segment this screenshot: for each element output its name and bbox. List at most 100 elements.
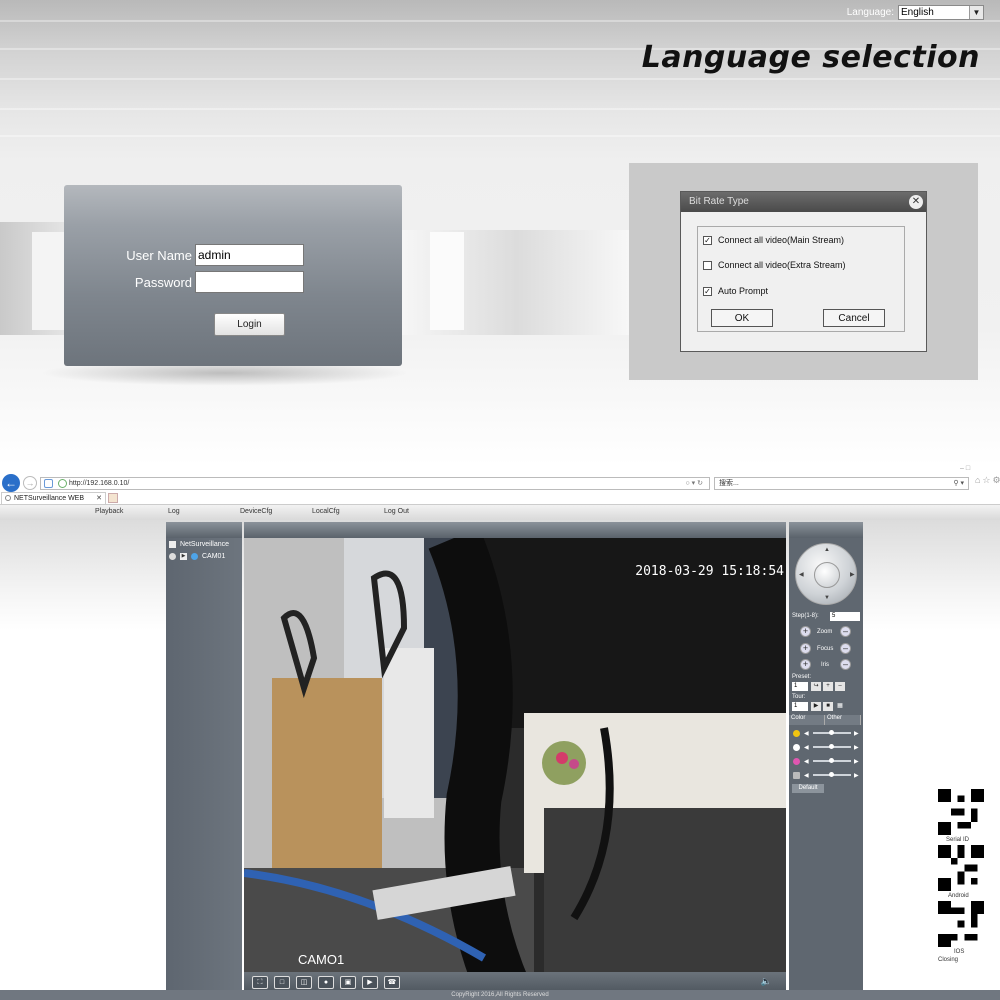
menu-localcfg[interactable]: LocalCfg xyxy=(312,508,340,515)
zoom-in-icon[interactable]: + xyxy=(800,626,811,637)
play-icon[interactable]: ▶ xyxy=(180,553,187,560)
slider-knob[interactable] xyxy=(829,758,834,763)
tree-root[interactable]: NetSurveillance xyxy=(169,541,229,548)
password-input[interactable] xyxy=(195,271,304,293)
video-feed[interactable]: 2018-03-29 15:18:54 CAMO1 xyxy=(244,538,786,991)
quad-view-icon[interactable]: ◫ xyxy=(296,975,312,989)
checkbox-checked-icon[interactable]: ✓ xyxy=(703,235,712,245)
username-input[interactable]: admin xyxy=(195,244,304,266)
tour-play-icon[interactable]: ▶ xyxy=(811,702,821,711)
slider-knob[interactable] xyxy=(829,772,834,777)
ptz-left-icon[interactable]: ◀ xyxy=(799,571,804,578)
checkbox-checked-icon[interactable]: ✓ xyxy=(703,286,712,296)
checkbox-unchecked-icon[interactable] xyxy=(703,260,712,270)
search-icon[interactable]: ⚲ ▾ xyxy=(953,478,964,489)
back-arrow-icon[interactable]: ← xyxy=(2,474,20,492)
record-icon[interactable]: ● xyxy=(318,975,334,989)
tab-other[interactable]: Other xyxy=(825,715,861,725)
saturation-icon xyxy=(793,757,800,765)
default-button[interactable]: Default xyxy=(792,784,824,793)
browser-tab[interactable]: NETSurveillance WEB ✕ xyxy=(1,492,106,504)
increase-icon[interactable]: ▶ xyxy=(854,730,860,737)
zoom-out-icon[interactable]: – xyxy=(840,626,851,637)
slider-knob[interactable] xyxy=(829,730,834,735)
fullscreen-icon[interactable]: ⛶ xyxy=(252,975,268,989)
focus-out-icon[interactable]: – xyxy=(840,643,851,654)
increase-icon[interactable]: ▶ xyxy=(854,772,860,779)
cancel-button[interactable]: Cancel xyxy=(823,309,885,327)
decrease-icon[interactable]: ◀ xyxy=(804,730,810,737)
slider-track[interactable] xyxy=(813,730,851,735)
option-main-stream[interactable]: ✓ Connect all video(Main Stream) xyxy=(703,235,844,245)
menu-playback[interactable]: Playback xyxy=(95,508,123,515)
address-bar[interactable]: http://192.168.0.10/ ○ ▾ ↻ xyxy=(40,477,710,490)
decrease-icon[interactable]: ◀ xyxy=(804,758,810,765)
toolbar-icons[interactable]: ⌂☆⚙ xyxy=(975,475,1000,486)
preset-input[interactable]: 1 xyxy=(792,682,808,691)
bg-stripe xyxy=(0,20,1000,22)
talk-icon[interactable]: ☎ xyxy=(384,975,400,989)
ptz-down-icon[interactable]: ▼ xyxy=(824,595,830,601)
slider-knob[interactable] xyxy=(829,744,834,749)
device-tree-panel: NetSurveillance ▶ CAM01 xyxy=(166,522,242,992)
preset-remove-icon[interactable]: – xyxy=(835,682,845,691)
brightness-slider[interactable]: ◀ ▶ xyxy=(793,729,861,737)
zoom-label: Zoom xyxy=(817,629,833,635)
footer: CopyRight 2016,All Rights Reserved xyxy=(0,990,1000,1000)
camera-label: CAM01 xyxy=(202,553,226,560)
decrease-icon[interactable]: ◀ xyxy=(804,744,810,751)
hue-slider[interactable]: ◀ ▶ xyxy=(793,771,861,779)
video-frame-image xyxy=(244,538,786,991)
increase-icon[interactable]: ▶ xyxy=(854,758,860,765)
iris-out-icon[interactable]: – xyxy=(840,659,851,670)
ptz-direction-pad[interactable]: ▲ ▼ ◀ ▶ xyxy=(795,543,857,605)
chevron-down-icon[interactable]: ▼ xyxy=(969,6,983,19)
slider-track[interactable] xyxy=(813,772,851,777)
slider-track[interactable] xyxy=(813,744,851,749)
preset-go-icon[interactable]: ↪ xyxy=(811,682,821,691)
window-controls[interactable]: – □ xyxy=(960,465,970,472)
volume-icon[interactable]: 🔈 xyxy=(761,976,772,987)
saturation-slider[interactable]: ◀ ▶ xyxy=(793,757,861,765)
search-input[interactable]: 搜索... ⚲ ▾ xyxy=(714,477,969,490)
menu-logout[interactable]: Log Out xyxy=(384,508,409,515)
forward-arrow-icon[interactable]: → xyxy=(23,476,37,490)
language-dropdown[interactable]: English ▼ xyxy=(898,5,984,20)
focus-in-icon[interactable]: + xyxy=(800,643,811,654)
single-view-icon[interactable]: □ xyxy=(274,975,290,989)
close-icon[interactable]: ✕ xyxy=(909,195,923,209)
video-header xyxy=(244,522,786,538)
tour-input[interactable]: 1 xyxy=(792,702,808,711)
step-select[interactable]: 5 xyxy=(830,612,860,621)
contrast-icon xyxy=(793,743,800,751)
ptz-center-button[interactable] xyxy=(814,562,840,588)
panel-header xyxy=(789,522,863,538)
menu-log[interactable]: Log xyxy=(168,508,180,515)
login-button[interactable]: Login xyxy=(214,313,285,336)
menu-devicecfg[interactable]: DeviceCfg xyxy=(240,508,272,515)
tree-root-label: NetSurveillance xyxy=(180,541,230,548)
ptz-right-icon[interactable]: ▶ xyxy=(850,571,855,578)
slider-track[interactable] xyxy=(813,758,851,763)
increase-icon[interactable]: ▶ xyxy=(854,744,860,751)
tree-camera-item[interactable]: ▶ CAM01 xyxy=(169,553,225,560)
grid-icon[interactable]: ▦ xyxy=(835,702,845,711)
tab-favicon xyxy=(5,495,11,501)
new-tab-button[interactable] xyxy=(108,493,118,503)
record-icon[interactable] xyxy=(169,553,176,560)
snapshot-icon[interactable]: ▣ xyxy=(340,975,356,989)
ok-button[interactable]: OK xyxy=(711,309,773,327)
preset-add-icon[interactable]: + xyxy=(823,682,833,691)
qr-label: Android xyxy=(948,893,969,899)
option-extra-stream[interactable]: Connect all video(Extra Stream) xyxy=(703,260,846,270)
playback-icon[interactable]: ▶ xyxy=(362,975,378,989)
iris-in-icon[interactable]: + xyxy=(800,659,811,670)
tour-stop-icon[interactable]: ■ xyxy=(823,702,833,711)
tab-color[interactable]: Color xyxy=(789,715,825,725)
ptz-up-icon[interactable]: ▲ xyxy=(824,547,830,553)
option-auto-prompt[interactable]: ✓ Auto Prompt xyxy=(703,286,768,296)
close-tab-icon[interactable]: ✕ xyxy=(96,493,102,504)
contrast-slider[interactable]: ◀ ▶ xyxy=(793,743,861,751)
decrease-icon[interactable]: ◀ xyxy=(804,772,810,779)
refresh-icon[interactable]: ○ ▾ ↻ xyxy=(686,478,704,489)
